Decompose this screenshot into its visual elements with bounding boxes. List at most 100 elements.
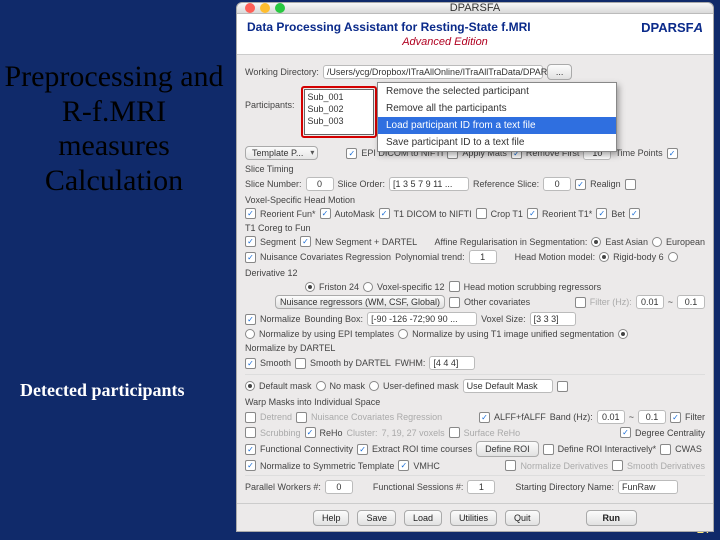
list-item[interactable]: Sub_002 <box>308 103 370 115</box>
cb-sreho[interactable] <box>449 427 460 438</box>
cb-reorientt1[interactable] <box>527 208 538 219</box>
fwhm-input[interactable]: [4 4 4] <box>429 356 475 370</box>
rb-friston24[interactable] <box>305 282 315 292</box>
cb-extractroi[interactable] <box>357 444 368 455</box>
cb-bet[interactable] <box>596 208 607 219</box>
app-window: DPARSFA DPARSFA Data Processing Assistan… <box>236 2 714 532</box>
cb-epi-dicom[interactable] <box>346 148 357 159</box>
cb-filter-pre[interactable] <box>575 297 586 308</box>
cb-nuisance2[interactable] <box>296 412 307 423</box>
cb-cwas[interactable] <box>660 444 671 455</box>
load-button[interactable]: Load <box>404 510 442 526</box>
save-button[interactable]: Save <box>357 510 396 526</box>
help-button[interactable]: Help <box>313 510 350 526</box>
lbl-fs: Functional Sessions #: <box>373 482 464 492</box>
rb-voxspec12[interactable] <box>363 282 373 292</box>
cb-defroi-int[interactable] <box>543 444 554 455</box>
cb-slice-timing[interactable] <box>667 148 678 159</box>
rb-nomask[interactable] <box>316 381 326 391</box>
lbl-poly: Polynomial trend: <box>395 252 465 262</box>
cb-scrubbing[interactable] <box>245 427 256 438</box>
lbl-usermask: User-defined mask <box>383 381 459 391</box>
rb-european[interactable] <box>652 237 662 247</box>
filter-hi-pre[interactable]: 0.1 <box>677 295 705 309</box>
rb-norm-epi[interactable] <box>245 329 255 339</box>
list-item[interactable]: Sub_001 <box>308 91 370 103</box>
refslice-input[interactable]: 0 <box>543 177 571 191</box>
cb-nuisance[interactable] <box>245 252 256 263</box>
cb-normderiv[interactable] <box>505 460 516 471</box>
cb-alff[interactable] <box>479 412 490 423</box>
quit-button[interactable]: Quit <box>505 510 540 526</box>
lbl-east: East Asian <box>605 237 648 247</box>
cb-t1coreg[interactable] <box>629 208 640 219</box>
cb-dc[interactable] <box>620 427 631 438</box>
rb-norm-dartel[interactable] <box>618 329 628 339</box>
rb-eastasian[interactable] <box>591 237 601 247</box>
wd-input[interactable]: /Users/ycg/Dropbox/ITraAllOnline/ITraAll… <box>323 65 543 79</box>
filter-lo-pre[interactable]: 0.01 <box>636 295 664 309</box>
menu-item-remove-selected[interactable]: Remove the selected participant <box>378 83 616 100</box>
voxsize-input[interactable]: [3 3 3] <box>530 312 576 326</box>
nuisance-regressors-button[interactable]: Nuisance regressors (WM, CSF, Global) <box>275 295 445 309</box>
edition-label: Advanced Edition <box>307 36 583 48</box>
cb-reho[interactable] <box>305 427 316 438</box>
sliceorder-input[interactable]: [1 3 5 7 9 11 ... <box>389 177 469 191</box>
utilities-button[interactable]: Utilities <box>450 510 497 526</box>
rb-usermask[interactable] <box>369 381 379 391</box>
run-button[interactable]: Run <box>586 510 638 526</box>
cb-realign[interactable] <box>575 179 586 190</box>
lbl-cluster: Cluster: <box>347 428 378 438</box>
menu-item-save-ids[interactable]: Save participant ID to a text file <box>378 134 616 151</box>
cb-t1dicom[interactable] <box>379 208 390 219</box>
cb-othercov[interactable] <box>449 297 460 308</box>
lbl-vmhc: VMHC <box>413 461 440 471</box>
parallel-workers-input[interactable]: 0 <box>325 480 353 494</box>
rb-rigid6[interactable] <box>599 252 609 262</box>
usermask-input[interactable]: Use Default Mask <box>463 379 553 393</box>
cb-segment[interactable] <box>245 236 256 247</box>
cb-warpmasks[interactable] <box>557 381 568 392</box>
cb-smdartel[interactable] <box>295 358 306 369</box>
cb-scrubreg[interactable] <box>449 281 460 292</box>
window-title: DPARSFA <box>237 2 713 14</box>
define-roi-button[interactable]: Define ROI <box>476 441 539 457</box>
cb-newsegdartel[interactable] <box>300 236 311 247</box>
cb-cropt1[interactable] <box>476 208 487 219</box>
list-item[interactable]: Sub_003 <box>308 115 370 127</box>
poly-input[interactable]: 1 <box>469 250 497 264</box>
context-menu[interactable]: Remove the selected participant Remove a… <box>377 82 617 152</box>
cb-filter2[interactable] <box>670 412 681 423</box>
band-hi-input[interactable]: 0.1 <box>638 410 666 424</box>
header-title: Data Processing Assistant for Resting-St… <box>247 20 703 34</box>
startdir-input[interactable]: FunRaw <box>618 480 678 494</box>
lbl-voxspec: Voxel-specific 12 <box>377 282 445 292</box>
wd-browse-button[interactable]: ... <box>547 64 573 80</box>
cb-detrend[interactable] <box>245 412 256 423</box>
band-lo-input[interactable]: 0.01 <box>597 410 625 424</box>
rb-norm-t1seg[interactable] <box>398 329 408 339</box>
lbl-normderiv: Normalize Derivatives <box>520 461 608 471</box>
cb-smoothderiv[interactable] <box>612 460 623 471</box>
lbl-t1coreg: T1 Coreg to Fun <box>245 223 311 233</box>
rb-defmask[interactable] <box>245 381 255 391</box>
cb-smooth[interactable] <box>245 358 256 369</box>
cb-fc[interactable] <box>245 444 256 455</box>
participants-listbox[interactable]: Sub_001 Sub_002 Sub_003 <box>304 89 374 135</box>
slicenum-input[interactable]: 0 <box>306 177 334 191</box>
cb-normalize[interactable] <box>245 314 256 325</box>
cb-reorient[interactable] <box>245 208 256 219</box>
cb-vmhc[interactable] <box>398 460 409 471</box>
lbl-reho: ReHo <box>320 428 343 438</box>
cb-normsym[interactable] <box>245 460 256 471</box>
bbox-input[interactable]: [-90 -126 -72;90 90 ... <box>367 312 477 326</box>
lbl-cwas: CWAS <box>675 444 702 454</box>
template-dropdown[interactable]: Template P... <box>245 146 318 160</box>
lbl-realign: Realign <box>590 179 621 189</box>
cb-automask[interactable] <box>320 208 331 219</box>
menu-item-remove-all[interactable]: Remove all the participants <box>378 100 616 117</box>
functional-sessions-input[interactable]: 1 <box>467 480 495 494</box>
rb-deriv12[interactable] <box>668 252 678 262</box>
cb-voxhead[interactable] <box>625 179 636 190</box>
menu-item-load-ids[interactable]: Load participant ID from a text file <box>378 117 616 134</box>
